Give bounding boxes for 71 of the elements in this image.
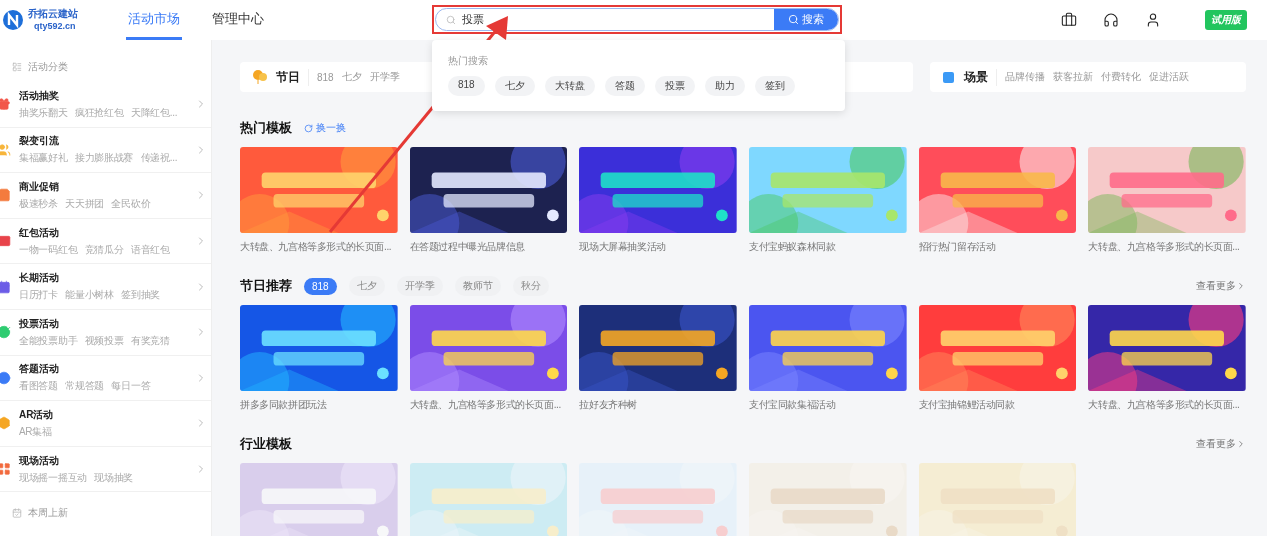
hot-search-chip[interactable]: 大转盘	[544, 76, 595, 96]
trial-badge: 试用版	[1205, 10, 1247, 30]
template-caption: 支付宝抽锦鲤活动同款	[918, 398, 1016, 412]
category-title: 答题活动	[19, 362, 60, 377]
logo-domain: qty592.cn	[33, 20, 77, 32]
category-subtitle: 抽奖乐翻天 疯狂抢红包 天降红包...	[19, 105, 179, 120]
search-value: 投票	[462, 12, 484, 27]
category-subtitle: 极速秒杀 天天拼团 全民砍价	[19, 197, 152, 211]
section-title: 热门模板	[240, 119, 292, 137]
template-caption: 现场大屏幕抽奖活动	[579, 240, 667, 254]
category-title: 投票活动	[19, 316, 60, 331]
filter-title: 节日	[276, 68, 309, 86]
logo-name: 乔拓云建站	[28, 8, 78, 20]
category-title: 长期活动	[19, 271, 60, 286]
category-title: 裂变引流	[19, 134, 60, 149]
sidebar-heading: 本周上新	[28, 506, 68, 521]
search-icon	[788, 14, 799, 25]
template-caption: 大转盘、九宫格等多形式的长页面...	[1088, 240, 1241, 254]
template-caption: 支付宝同款集福活动	[749, 398, 837, 412]
more-link[interactable]: 查看更多	[1196, 279, 1246, 293]
headset-icon[interactable]	[1103, 12, 1119, 28]
chevron-icon	[1236, 439, 1246, 449]
category-title: 红包活动	[19, 225, 60, 240]
section-title: 节日推荐	[240, 277, 292, 295]
hot-search-chip[interactable]: 签到	[754, 76, 795, 96]
template-caption: 大转盘、九宫格等多形式的长页面...	[409, 398, 562, 412]
template-caption: 拉好友齐种树	[579, 398, 638, 412]
category-subtitle: 集福赢好礼 接力膨胀战赛 传递祝...	[19, 151, 179, 166]
hot-search-chip[interactable]: 七夕	[494, 76, 535, 96]
template-caption: 大转盘、九宫格等多形式的长页面...	[240, 240, 393, 254]
hot-search-chip[interactable]: 助力	[704, 76, 745, 96]
search-field[interactable]: 投票 搜索	[435, 8, 839, 31]
category-title: 现场活动	[19, 453, 60, 468]
section-title: 行业模板	[240, 435, 292, 453]
user-icon[interactable]	[1145, 12, 1161, 28]
search-button[interactable]: 搜索	[774, 9, 838, 30]
category-item[interactable]: 裂变引流 集福赢好礼 接力膨胀战赛 传递祝...	[0, 127, 211, 174]
hot-search-chip[interactable]: 投票	[654, 76, 695, 96]
chevron-icon	[1236, 281, 1246, 291]
template-caption: 拼多多同款拼团玩法	[240, 398, 328, 412]
refresh-link[interactable]: 换一换	[304, 121, 346, 135]
hot-search-chip[interactable]: 答题	[604, 76, 645, 96]
category-title: 商业促销	[19, 180, 60, 194]
balloon-icon	[252, 69, 268, 85]
sidebar-heading: 活动分类	[28, 60, 68, 74]
template-caption: 支付宝蚂蚁森林同款	[749, 240, 837, 254]
category-item[interactable]: 投票活动 全能投票助手 视频投票 有奖竞猜	[0, 309, 211, 356]
category-subtitle: 日历打卡 能量小树林 签到抽奖	[19, 288, 161, 303]
category-item[interactable]: AR活动 AR集福	[0, 401, 211, 447]
hot-search-chip[interactable]: 818	[448, 76, 485, 96]
category-subtitle: 全能投票助手 视频投票 有奖竞猜	[19, 333, 171, 348]
template-caption: 招行热门留存活动	[918, 240, 997, 254]
filter-title: 场景	[964, 68, 997, 86]
calendar-icon	[12, 508, 22, 519]
category-title: 活动抽奖	[19, 88, 60, 103]
search-icon	[446, 14, 456, 25]
list-icon	[12, 62, 22, 72]
holiday-pill[interactable]: 818	[304, 277, 337, 295]
template-caption: 大转盘、九宫格等多形式的长页面...	[1088, 398, 1241, 412]
more-link[interactable]: 查看更多	[1196, 437, 1246, 451]
category-subtitle: AR集福	[19, 424, 53, 439]
nav-tab[interactable]: 管理中心	[210, 0, 266, 40]
category-item[interactable]: 活动抽奖 抽奖乐翻天 疯狂抢红包 天降红包...	[0, 82, 211, 128]
category-item[interactable]: 长期活动 日历打卡 能量小树林 签到抽奖	[0, 264, 211, 310]
template-caption: 在答题过程中曝光品牌信息	[409, 240, 526, 254]
refresh-icon	[304, 123, 313, 133]
briefcase-icon[interactable]	[1061, 12, 1077, 28]
cube-icon	[942, 70, 956, 84]
category-item[interactable]: 商业促销 极速秒杀 天天拼团 全民砍价	[0, 173, 211, 219]
dropdown-title: 热门搜索	[448, 54, 489, 68]
category-title: AR活动	[19, 407, 55, 422]
